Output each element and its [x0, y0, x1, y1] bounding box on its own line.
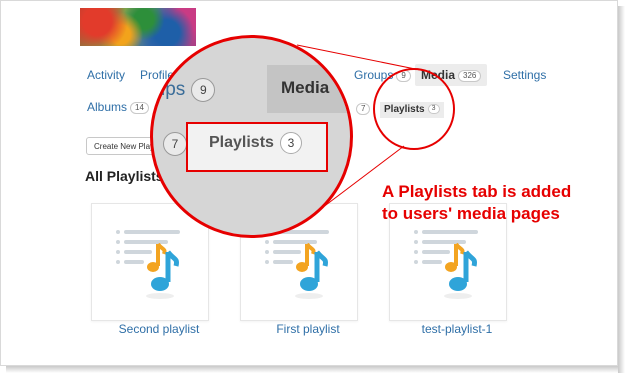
magnified-media-tab: Media	[281, 78, 330, 97]
magnified-playlists-tab: Playlists 3	[209, 132, 302, 154]
callout-annotation: A Playlists tab is added to users' media…	[382, 181, 571, 225]
magnified-playlists-label: Playlists	[209, 134, 274, 152]
annotation-line-1: A Playlists tab is added	[382, 182, 572, 201]
magnified-playlists-count: 3	[279, 132, 302, 154]
magnified-groups-label: Groups	[153, 79, 186, 101]
magnifier-callout: Groups9 Media 7 Playlists 3	[150, 35, 353, 238]
magnified-groups-tab: Groups9	[153, 78, 216, 102]
annotation-line-2: to users' media pages	[382, 204, 560, 223]
magnified-side-count-badge: 7	[163, 132, 187, 156]
magnified-side-count: 7	[157, 132, 187, 156]
magnified-groups-count: 9	[191, 78, 216, 102]
